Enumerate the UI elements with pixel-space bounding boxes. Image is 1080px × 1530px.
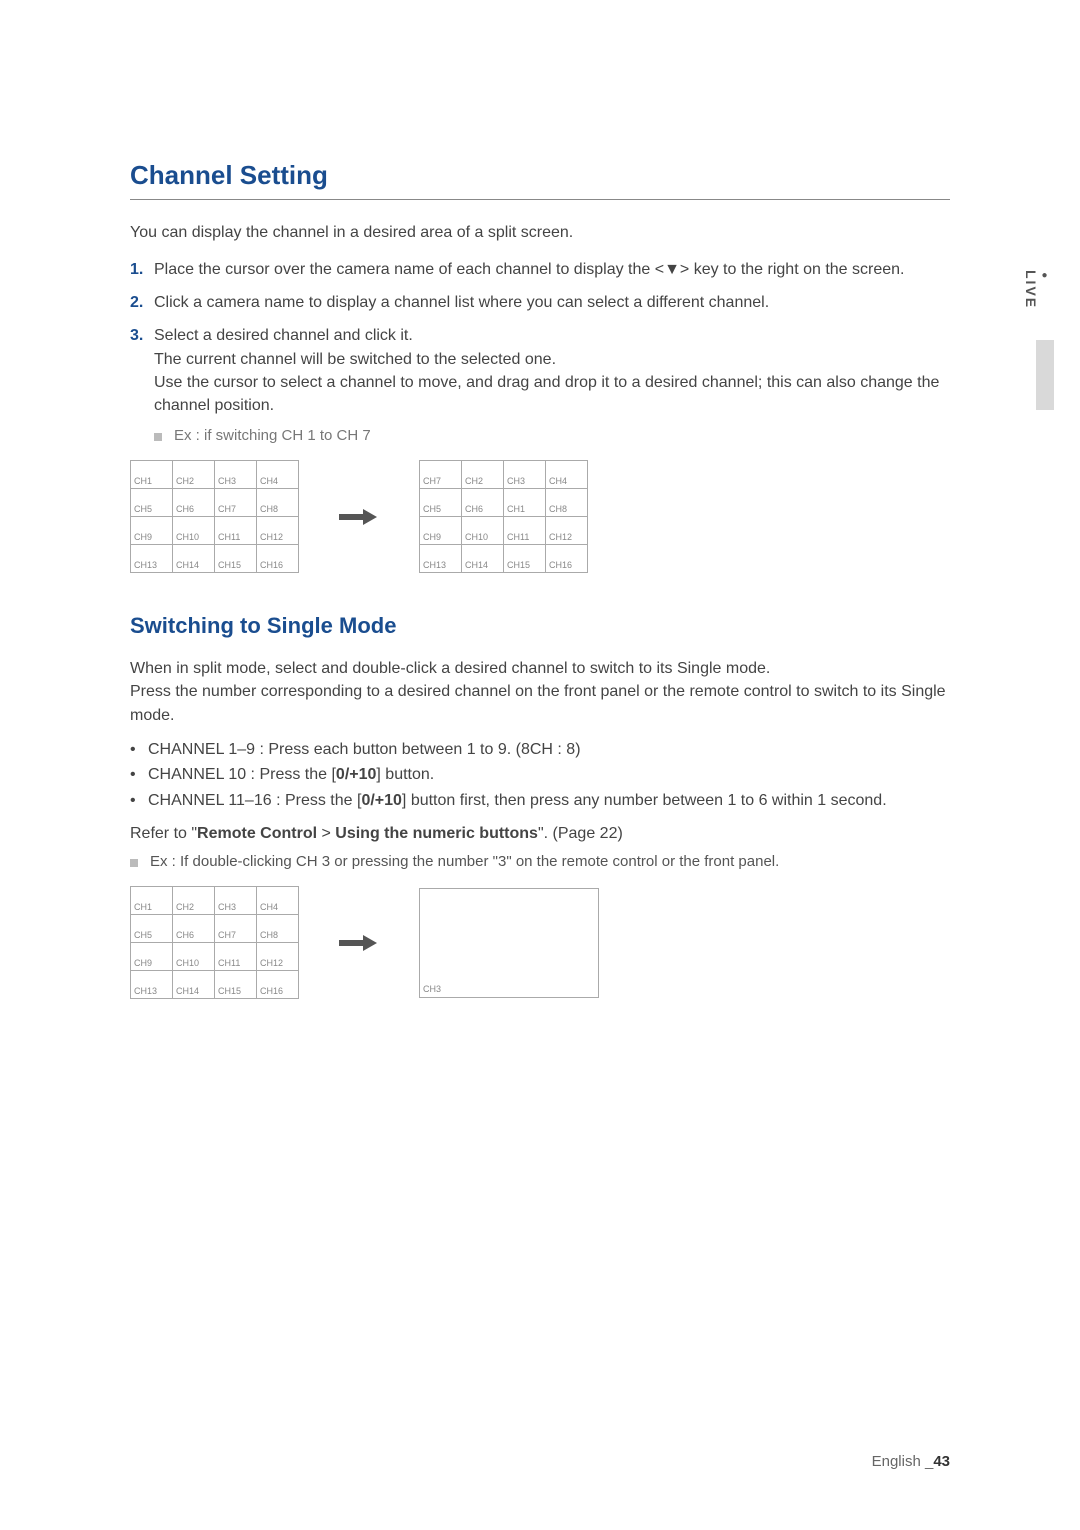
cell: CH10 — [173, 517, 215, 545]
text: Refer to " — [130, 825, 197, 842]
cell: CH9 — [131, 943, 173, 971]
cell: CH11 — [215, 943, 257, 971]
cell: CH12 — [257, 517, 299, 545]
cell: CH14 — [173, 545, 215, 573]
cell: CH8 — [257, 915, 299, 943]
bold-text: 0/+10 — [336, 766, 376, 783]
single-mode-text: When in split mode, select and double-cl… — [130, 657, 950, 727]
cell: CH13 — [131, 545, 173, 573]
cell: CH7 — [215, 915, 257, 943]
side-tab-bar — [1036, 340, 1054, 410]
channel-switch-diagram: CH1CH2CH3CH4 CH5CH6CH7CH8 CH9CH10CH11CH1… — [130, 460, 950, 573]
bold-text: Using the numeric buttons — [335, 825, 538, 842]
cell: CH2 — [173, 887, 215, 915]
step-2: 2. Click a camera name to display a chan… — [130, 291, 950, 314]
single-mode-diagram: CH1CH2CH3CH4 CH5CH6CH7CH8 CH9CH10CH11CH1… — [130, 886, 950, 999]
bullet-item: CHANNEL 10 : Press the [0/+10] button. — [130, 762, 950, 788]
cell: CH1 — [504, 489, 546, 517]
text: ] button. — [376, 766, 434, 783]
text-line: Press the number corresponding to a desi… — [130, 683, 946, 723]
footer-page: 43 — [933, 1453, 950, 1470]
cell: CH6 — [462, 489, 504, 517]
arrow-right-icon — [339, 937, 379, 949]
single-mode-box: CH3 — [419, 888, 599, 998]
side-tab: LIVE — [1023, 270, 1050, 309]
single-label: CH3 — [423, 984, 441, 994]
heading-single-mode: Switching to Single Mode — [130, 613, 950, 639]
cell: CH1 — [131, 887, 173, 915]
grid-before: CH1CH2CH3CH4 CH5CH6CH7CH8 CH9CH10CH11CH1… — [130, 460, 299, 573]
heading-channel-setting: Channel Setting — [130, 160, 950, 200]
cell: CH10 — [462, 517, 504, 545]
cell: CH14 — [173, 971, 215, 999]
example-note-2: Ex : If double-clicking CH 3 or pressing… — [130, 853, 950, 870]
cell: CH12 — [546, 517, 588, 545]
channel-buttons-list: CHANNEL 1–9 : Press each button between … — [130, 737, 950, 814]
cell: CH2 — [462, 461, 504, 489]
step-3: 3. Select a desired channel and click it… — [130, 324, 950, 417]
step-num: 2. — [130, 291, 143, 314]
cell: CH3 — [215, 461, 257, 489]
cell: CH10 — [173, 943, 215, 971]
cell: CH12 — [257, 943, 299, 971]
cell: CH3 — [215, 887, 257, 915]
cell: CH5 — [131, 489, 173, 517]
step-num: 1. — [130, 258, 143, 281]
text: ] button first, then press any number be… — [402, 792, 887, 809]
cell: CH7 — [215, 489, 257, 517]
text-line: When in split mode, select and double-cl… — [130, 660, 770, 677]
intro-text: You can display the channel in a desired… — [130, 224, 950, 242]
cell: CH9 — [420, 517, 462, 545]
cell: CH4 — [546, 461, 588, 489]
cell: CH16 — [257, 545, 299, 573]
grid-after: CH7CH2CH3CH4 CH5CH6CH1CH8 CH9CH10CH11CH1… — [419, 460, 588, 573]
cell: CH6 — [173, 915, 215, 943]
bold-text: 0/+10 — [361, 792, 401, 809]
page-footer: English _43 — [872, 1453, 950, 1470]
cell: CH8 — [546, 489, 588, 517]
cell: CH13 — [131, 971, 173, 999]
bullet-item: CHANNEL 11–16 : Press the [0/+10] button… — [130, 788, 950, 814]
step-text: Click a camera name to display a channel… — [154, 294, 769, 311]
cell: CH5 — [131, 915, 173, 943]
cell: CH11 — [215, 517, 257, 545]
cell: CH1 — [131, 461, 173, 489]
cell: CH15 — [215, 545, 257, 573]
bullet-item: CHANNEL 1–9 : Press each button between … — [130, 737, 950, 763]
cell: CH11 — [504, 517, 546, 545]
step-num: 3. — [130, 324, 143, 347]
grid-single-before: CH1CH2CH3CH4 CH5CH6CH7CH8 CH9CH10CH11CH1… — [130, 886, 299, 999]
cell: CH2 — [173, 461, 215, 489]
cell: CH15 — [504, 545, 546, 573]
step-sub: Use the cursor to select a channel to mo… — [154, 371, 950, 417]
text: CHANNEL 1–9 : Press each button between … — [148, 741, 581, 758]
cell: CH15 — [215, 971, 257, 999]
cell: CH16 — [546, 545, 588, 573]
step-text: Place the cursor over the camera name of… — [154, 261, 904, 278]
cell: CH13 — [420, 545, 462, 573]
cell: CH3 — [504, 461, 546, 489]
cell: CH4 — [257, 461, 299, 489]
step-1: 1. Place the cursor over the camera name… — [130, 258, 950, 281]
footer-lang: English _ — [872, 1453, 934, 1470]
cell: CH5 — [420, 489, 462, 517]
cell: CH6 — [173, 489, 215, 517]
example-note: Ex : if switching CH 1 to CH 7 — [130, 427, 950, 444]
text: > — [317, 825, 335, 842]
step-text: Select a desired channel and click it. — [154, 327, 413, 344]
cell: CH4 — [257, 887, 299, 915]
cell: CH14 — [462, 545, 504, 573]
cell: CH16 — [257, 971, 299, 999]
text: ". (Page 22) — [538, 825, 623, 842]
cell: CH9 — [131, 517, 173, 545]
cell: CH7 — [420, 461, 462, 489]
steps-list: 1. Place the cursor over the camera name… — [130, 258, 950, 417]
reference-line: Refer to "Remote Control > Using the num… — [130, 825, 950, 843]
step-sub: The current channel will be switched to … — [154, 348, 950, 371]
text: CHANNEL 10 : Press the [ — [148, 766, 336, 783]
bold-text: Remote Control — [197, 825, 317, 842]
arrow-right-icon — [339, 511, 379, 523]
text: CHANNEL 11–16 : Press the [ — [148, 792, 361, 809]
cell: CH8 — [257, 489, 299, 517]
